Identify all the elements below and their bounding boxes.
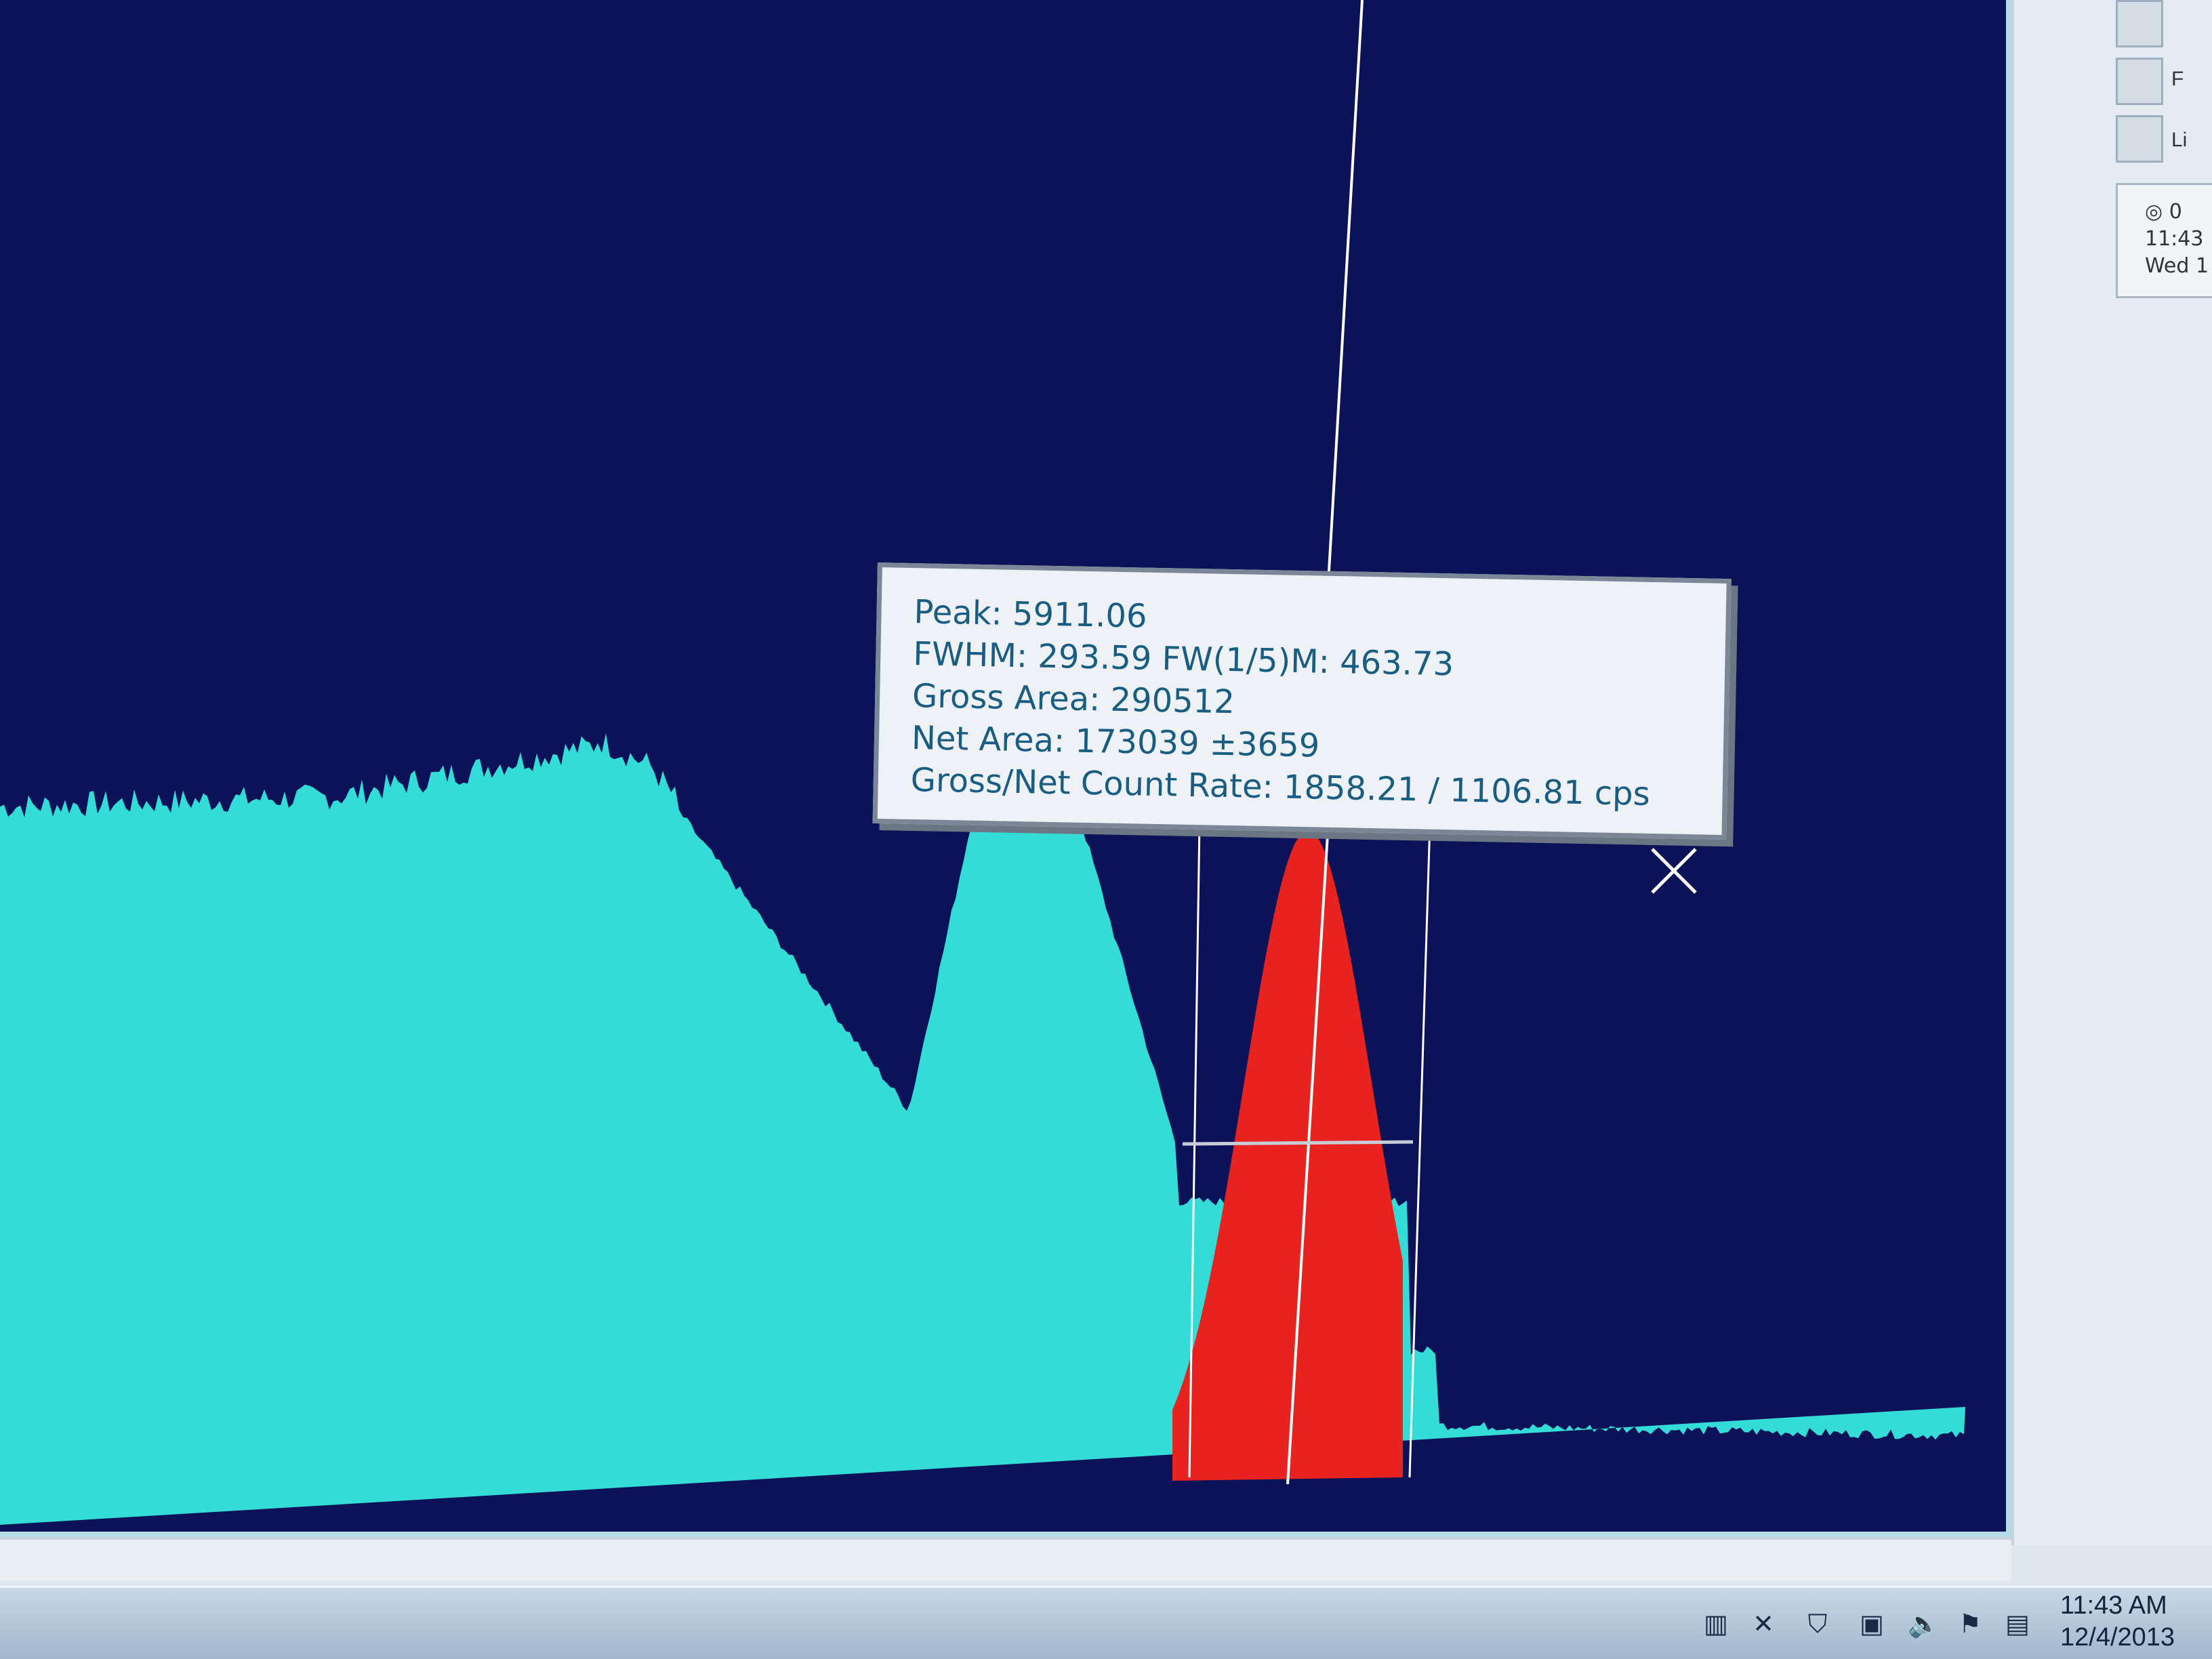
- tool-button-1[interactable]: [2116, 0, 2163, 47]
- acquisition-info-box: ◎ 0 11:43 Wed 1: [2116, 183, 2212, 298]
- network-icon[interactable]: ▥: [1701, 1610, 1731, 1639]
- status-strip: [0, 1537, 2011, 1580]
- antivirus-icon[interactable]: ⛉: [1803, 1610, 1832, 1639]
- speaker-icon[interactable]: 🔈: [1908, 1610, 1940, 1639]
- tool-button-2[interactable]: [2116, 58, 2163, 105]
- tool-button-3[interactable]: [2116, 115, 2163, 163]
- marker-cursor-line[interactable]: [1327, 0, 1364, 583]
- clock-line-3: Wed 1: [2145, 254, 2209, 278]
- tray-time[interactable]: 11:43 AM: [2060, 1591, 2167, 1620]
- peak-info-box: Peak: 5911.06 FWHM: 293.59 FW(1/5)M: 463…: [872, 562, 1732, 840]
- fwhm-line: [1182, 1140, 1414, 1146]
- clock-line-1: ◎ 0: [2145, 200, 2182, 224]
- shield-icon[interactable]: ✕: [1748, 1610, 1778, 1639]
- tool-label-f: F: [2171, 68, 2184, 90]
- spectrum-plot[interactable]: Peak: 5911.06 FWHM: 293.59 FW(1/5)M: 463…: [0, 0, 2011, 1537]
- tool-label-li: Li: [2171, 129, 2188, 151]
- tray-date[interactable]: 12/4/2013: [2060, 1623, 2175, 1652]
- monitor-icon[interactable]: ▣: [1857, 1610, 1887, 1639]
- flag-icon[interactable]: ⚑: [1955, 1610, 1985, 1639]
- clock-line-2: 11:43: [2145, 227, 2204, 251]
- close-icon[interactable]: [1647, 844, 1701, 898]
- side-toolbar: F Li ◎ 0 11:43 Wed 1: [2011, 0, 2212, 1545]
- screen: Peak: 5911.06 FWHM: 293.59 FW(1/5)M: 463…: [0, 0, 2212, 1659]
- keyboard-icon[interactable]: ▤: [2003, 1610, 2032, 1639]
- roi-region: [1172, 830, 1403, 1481]
